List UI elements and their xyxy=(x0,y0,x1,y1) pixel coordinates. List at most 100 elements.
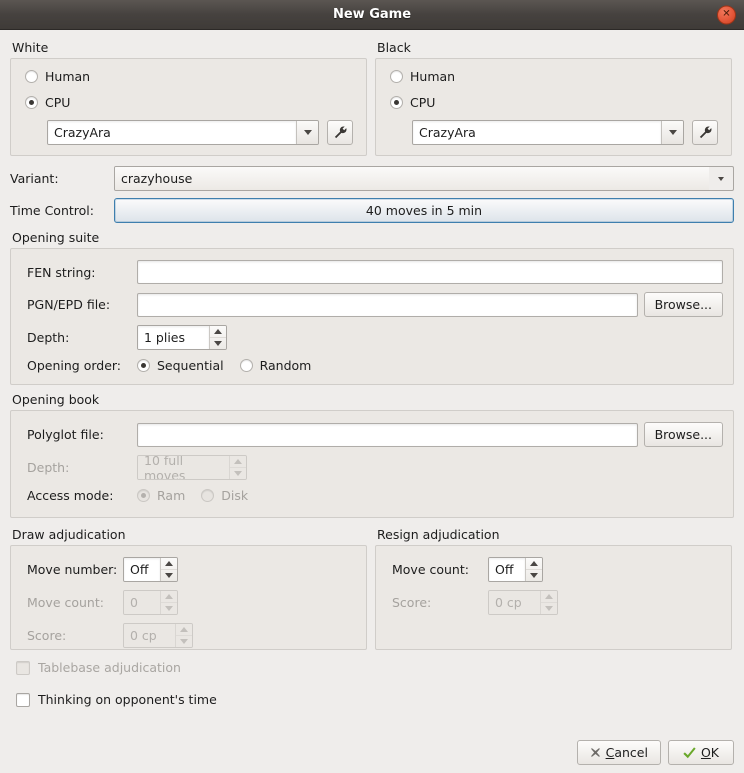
radio-mark-icon xyxy=(390,96,403,109)
black-cpu-radio[interactable]: CPU xyxy=(390,95,435,110)
book-depth-spinner: 10 full moves xyxy=(137,455,247,480)
book-depth-value: 10 full moves xyxy=(138,456,229,479)
radio-mark-icon xyxy=(25,70,38,83)
spinner-buttons[interactable] xyxy=(160,558,177,581)
spinner-down-icon xyxy=(161,602,177,614)
opening-order-label: Opening order: xyxy=(27,358,122,373)
cancel-button-label: Cancel xyxy=(606,745,648,760)
spinner-down-icon[interactable] xyxy=(526,569,542,581)
time-control-row: Time Control: 40 moves in 5 min xyxy=(10,198,734,223)
black-human-radio[interactable]: Human xyxy=(390,69,455,84)
radio-mark-icon xyxy=(239,359,253,372)
access-mode-label: Access mode: xyxy=(27,488,114,503)
draw-move-number-value: Off xyxy=(124,558,160,581)
wrench-icon xyxy=(334,126,346,139)
spinner-down-icon xyxy=(230,467,246,479)
white-engine-value: CrazyAra xyxy=(48,121,296,144)
spinner-buttons[interactable] xyxy=(209,326,226,349)
chevron-down-icon[interactable] xyxy=(296,121,318,144)
draw-move-count-label: Move count: xyxy=(27,595,104,610)
draw-score-value: 0 cp xyxy=(124,624,175,647)
white-cpu-radio[interactable]: CPU xyxy=(25,95,70,110)
variant-combobox[interactable]: crazyhouse xyxy=(114,166,734,191)
radio-mark-icon xyxy=(201,489,215,502)
fen-string-input[interactable] xyxy=(137,260,723,284)
draw-adjudication-column: Draw adjudication Move number: Off Move … xyxy=(10,525,367,650)
spinner-buttons xyxy=(229,456,246,479)
spinner-up-icon[interactable] xyxy=(161,558,177,569)
opening-order-random-radio[interactable]: Random xyxy=(239,358,312,373)
cancel-button[interactable]: Cancel xyxy=(576,740,661,765)
spinner-up-icon[interactable] xyxy=(526,558,542,569)
resign-move-count-row: Move count: Off xyxy=(392,557,721,582)
wrench-icon xyxy=(699,126,711,139)
spinner-down-icon[interactable] xyxy=(210,337,226,349)
opening-order-row: Opening order: Sequential Random xyxy=(27,358,723,373)
black-group-label: Black xyxy=(377,40,411,55)
variant-label: Variant: xyxy=(10,171,59,186)
time-control-button[interactable]: 40 moves in 5 min xyxy=(114,198,734,223)
resign-score-spinner: 0 cp xyxy=(488,590,558,615)
white-engine-config-button[interactable] xyxy=(327,120,353,145)
opening-order-random-label: Random xyxy=(259,358,312,373)
spinner-up-icon xyxy=(230,456,246,467)
close-icon[interactable]: ✕ xyxy=(717,5,736,24)
spinner-up-icon[interactable] xyxy=(210,326,226,337)
resign-score-row: Score: 0 cp xyxy=(392,590,721,615)
ok-button-label: OK xyxy=(701,745,719,760)
players-row: White Human CPU CrazyAra Black Human CPU… xyxy=(10,38,734,156)
fen-string-row: FEN string: xyxy=(27,260,723,284)
checkbox-box-icon xyxy=(16,692,30,707)
time-control-label: Time Control: xyxy=(10,203,94,218)
access-mode-row: Access mode: Ram Disk xyxy=(27,488,723,503)
access-mode-disk-radio: Disk xyxy=(201,488,248,503)
spinner-buttons[interactable] xyxy=(525,558,542,581)
radio-mark-icon xyxy=(137,489,150,502)
polyglot-file-row: Polyglot file: Browse... xyxy=(27,422,723,447)
black-engine-config-button[interactable] xyxy=(692,120,718,145)
draw-move-number-spinner[interactable]: Off xyxy=(123,557,178,582)
black-engine-combobox[interactable]: CrazyAra xyxy=(412,120,684,145)
chevron-down-icon[interactable] xyxy=(709,167,733,190)
draw-move-count-row: Move count: 0 xyxy=(27,590,356,615)
polyglot-file-input[interactable] xyxy=(137,422,638,447)
pgn-epd-file-input[interactable] xyxy=(137,292,638,317)
black-player-column: Black Human CPU CrazyAra xyxy=(375,38,732,156)
adjudication-row: Draw adjudication Move number: Off Move … xyxy=(10,525,734,650)
ok-button[interactable]: OK xyxy=(667,740,734,765)
opening-book-group-label: Opening book xyxy=(12,392,100,407)
polyglot-browse-button[interactable]: Browse... xyxy=(643,422,723,447)
ok-rest: K xyxy=(710,745,719,760)
pgn-epd-browse-button[interactable]: Browse... xyxy=(643,292,723,317)
draw-move-number-label: Move number: xyxy=(27,562,118,577)
white-engine-combobox[interactable]: CrazyAra xyxy=(47,120,319,145)
draw-move-count-value: 0 xyxy=(124,591,160,614)
spinner-buttons xyxy=(540,591,557,614)
check-icon xyxy=(683,746,696,759)
white-human-radio[interactable]: Human xyxy=(25,69,90,84)
radio-mark-icon xyxy=(25,96,38,109)
opening-order-sequential-radio[interactable]: Sequential xyxy=(137,358,224,373)
resign-adjudication-column: Resign adjudication Move count: Off Scor… xyxy=(375,525,732,650)
draw-adjudication-group: Move number: Off Move count: 0 Score: 0 … xyxy=(10,545,367,650)
resign-score-label: Score: xyxy=(392,595,432,610)
white-group-label: White xyxy=(12,40,49,55)
chevron-down-icon[interactable] xyxy=(661,121,683,144)
spinner-down-icon[interactable] xyxy=(161,569,177,581)
resign-move-count-spinner[interactable]: Off xyxy=(488,557,543,582)
opening-book-group: Polyglot file: Browse... Depth: 10 full … xyxy=(10,410,734,518)
draw-score-row: Score: 0 cp xyxy=(27,623,356,648)
ok-accel: O xyxy=(700,745,711,760)
black-human-label: Human xyxy=(410,69,456,84)
thinking-on-opponents-time-checkbox[interactable]: Thinking on opponent's time xyxy=(16,692,217,707)
access-mode-ram-label: Ram xyxy=(157,488,186,503)
spinner-down-icon xyxy=(541,602,557,614)
draw-move-count-spinner: 0 xyxy=(123,590,178,615)
window-title: New Game xyxy=(332,7,412,22)
resign-move-count-label: Move count: xyxy=(392,562,469,577)
suite-depth-spinner[interactable]: 1 plies xyxy=(137,325,227,350)
white-player-column: White Human CPU CrazyAra xyxy=(10,38,367,156)
draw-score-spinner: 0 cp xyxy=(123,623,193,648)
pgn-epd-file-row: PGN/EPD file: Browse... xyxy=(27,292,723,317)
dialog-footer: Cancel OK xyxy=(576,740,734,765)
